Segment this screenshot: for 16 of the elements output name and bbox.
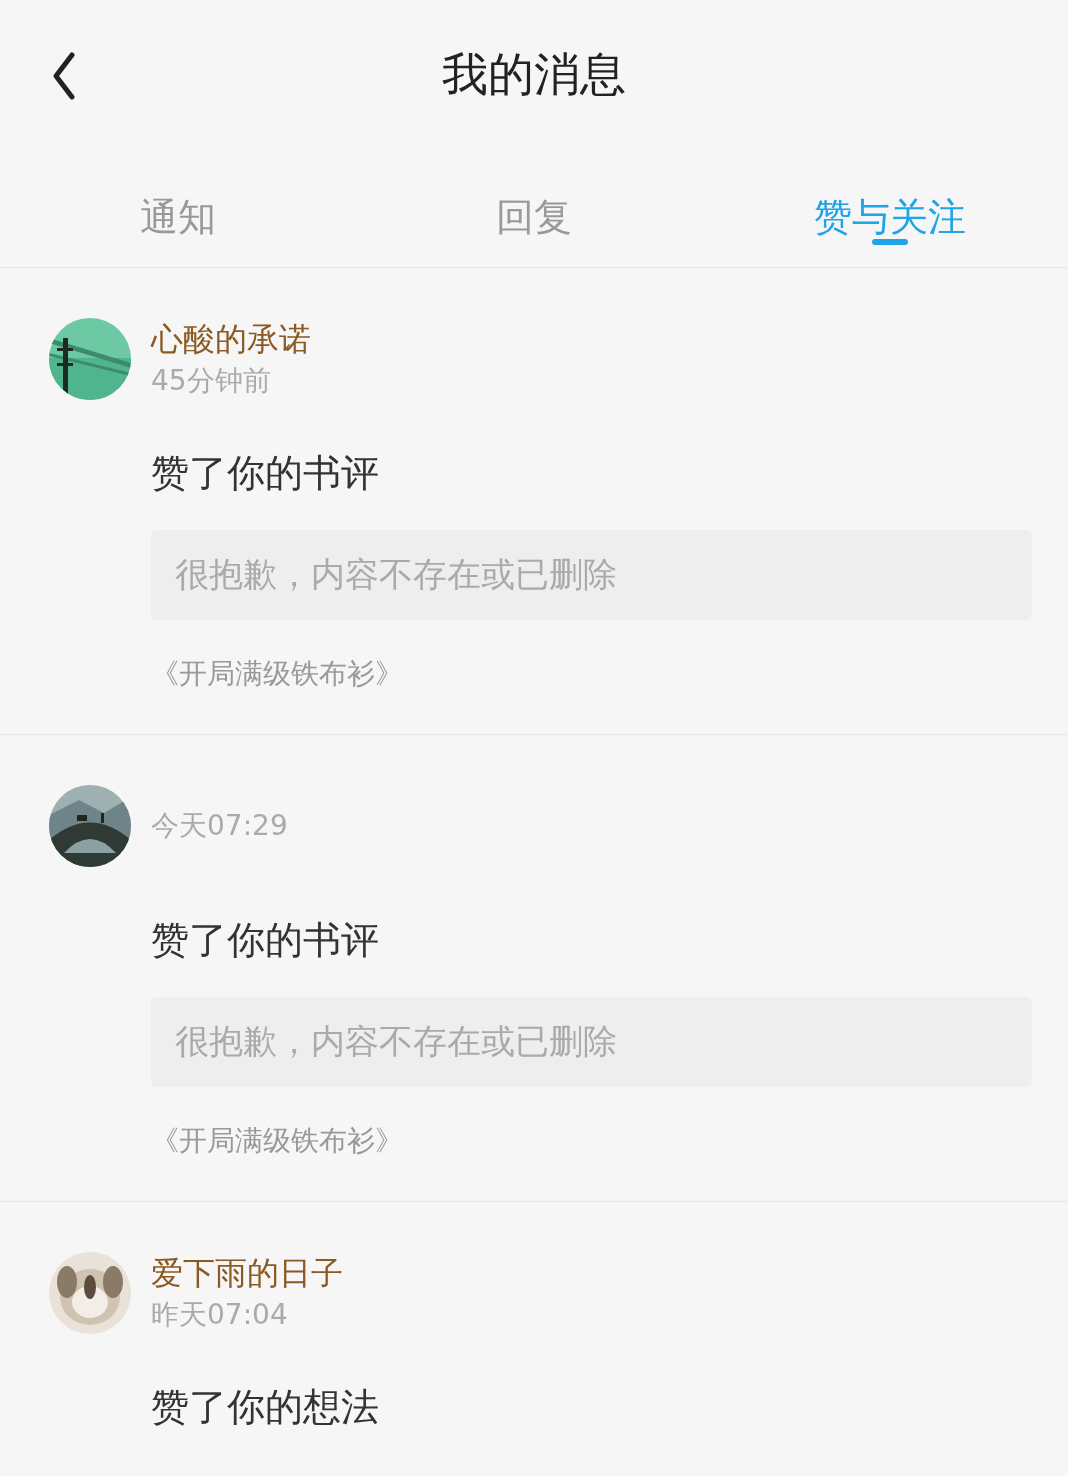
quote-box[interactable]: 很抱歉，内容不存在或已删除 bbox=[151, 530, 1032, 620]
tab[interactable]: 通知 bbox=[140, 150, 216, 250]
action-text: 赞了你的书评 bbox=[151, 451, 379, 495]
book-title[interactable]: 《开局满级铁布衫》 bbox=[151, 1121, 403, 1161]
action-text: 赞了你的想法 bbox=[151, 1385, 379, 1429]
tab[interactable]: 赞与关注 bbox=[814, 150, 966, 250]
book-title[interactable]: 《开局满级铁布衫》 bbox=[151, 654, 403, 694]
action-text: 赞了你的书评 bbox=[151, 918, 379, 962]
timestamp: 45分钟前 bbox=[151, 364, 271, 397]
user-name[interactable]: 爱下雨的日子 bbox=[151, 1254, 343, 1292]
tab[interactable]: 回复 bbox=[496, 150, 572, 250]
timestamp: 昨天07:04 bbox=[151, 1298, 288, 1331]
page-title: 我的消息 bbox=[442, 46, 626, 103]
quote-box[interactable]: 很抱歉，内容不存在或已删除 bbox=[151, 997, 1032, 1087]
timestamp: 今天07:29 bbox=[151, 809, 288, 842]
user-name[interactable]: 心酸的承诺 bbox=[151, 320, 311, 358]
